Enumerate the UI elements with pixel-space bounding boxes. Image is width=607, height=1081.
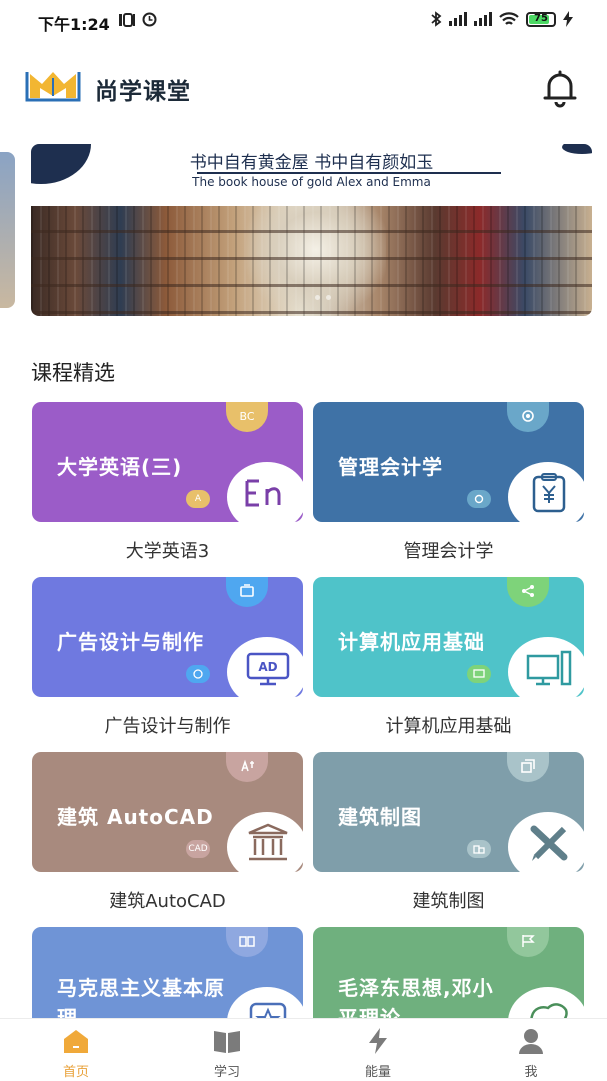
course-card[interactable]: 建筑制图 <box>313 752 584 872</box>
course-badge-bottom <box>467 490 491 508</box>
svg-text:AD: AD <box>258 660 277 674</box>
course-badge-bottom <box>186 665 210 683</box>
signal-icon-2 <box>474 12 492 26</box>
battery-icon: 75 <box>526 11 556 27</box>
nav-energy-label: 能量 <box>364 1065 391 1080</box>
course-item[interactable]: 管理会计学 管理会计学 <box>313 402 584 563</box>
course-item[interactable]: 计算机应用基础 计算机应用基础 <box>313 577 584 738</box>
banner-subtitle: The book house of gold Alex and Emma <box>192 175 431 189</box>
status-bar: 下午1:24 75 <box>0 0 607 42</box>
course-badge-bottom-text: CAD <box>188 844 208 854</box>
banner-previous-peek[interactable] <box>0 152 15 308</box>
course-badge-top <box>226 577 268 607</box>
computer-icon <box>524 646 574 690</box>
course-badge-bottom: A <box>186 490 210 508</box>
course-card[interactable]: 计算机应用基础 <box>313 577 584 697</box>
library-image <box>31 206 592 316</box>
en-letters-icon <box>243 471 293 515</box>
status-notification-icons <box>118 12 157 28</box>
nav-home[interactable]: 首页 <box>36 1027 116 1080</box>
badge-icon <box>521 759 535 773</box>
course-badge-top <box>507 577 549 607</box>
course-name[interactable]: 计算机应用基础 <box>313 712 584 738</box>
battery-level: 75 <box>534 12 548 24</box>
course-badge-top <box>507 927 549 957</box>
course-name[interactable]: 建筑制图 <box>313 887 584 913</box>
course-card-title: 计算机应用基础 <box>338 630 485 654</box>
section-title: 课程精选 <box>31 361 115 385</box>
course-badge-top <box>226 752 268 782</box>
person-icon <box>519 1029 543 1054</box>
badge-icon <box>522 935 535 947</box>
badge-icon <box>522 410 534 422</box>
course-name[interactable]: 建筑AutoCAD <box>32 887 303 913</box>
status-system-icons: 75 <box>430 11 573 27</box>
ad-monitor-icon: AD <box>243 646 293 690</box>
badge-icon <box>240 584 254 597</box>
course-card-title: 广告设计与制作 <box>57 630 204 654</box>
course-card-title: 建筑制图 <box>338 805 422 829</box>
app-logo-icon <box>25 72 81 102</box>
badge-icon <box>239 936 255 947</box>
carousel-dots <box>315 295 331 300</box>
signal-icon <box>449 12 467 26</box>
course-badge-bottom: CAD <box>186 840 210 858</box>
course-badge-bottom <box>467 665 491 683</box>
yen-clipboard-icon <box>524 471 574 515</box>
course-card-title: 建筑 AutoCAD <box>57 805 214 829</box>
course-name[interactable]: 广告设计与制作 <box>32 712 303 738</box>
course-card[interactable]: BC 大学英语(三) A <box>32 402 303 522</box>
course-card[interactable]: 广告设计与制作 AD <box>32 577 303 697</box>
app-header: 尚学课堂 <box>0 58 607 118</box>
course-badge-bottom <box>467 840 491 858</box>
badge-icon <box>522 585 534 597</box>
status-time: 下午1:24 <box>38 15 110 34</box>
app-title: 尚学课堂 <box>95 79 191 105</box>
course-badge-bottom-text: A <box>194 494 202 504</box>
charging-icon <box>563 11 573 27</box>
course-badge-top <box>507 402 549 432</box>
course-badge-top <box>226 927 268 957</box>
ruler-pencil-icon <box>524 821 574 865</box>
building-columns-icon <box>243 821 293 865</box>
course-name[interactable]: 管理会计学 <box>313 537 584 563</box>
wifi-icon <box>499 11 519 25</box>
nav-energy[interactable]: 能量 <box>338 1027 418 1080</box>
notification-bell-icon[interactable] <box>541 68 579 108</box>
banner-title: 书中自有黄金屋 书中自有颜如玉 <box>189 153 434 173</box>
nav-study-label: 学习 <box>213 1065 240 1080</box>
course-item[interactable]: 建筑 AutoCAD CAD 建筑AutoCAD <box>32 752 303 913</box>
banner-carousel[interactable]: 书中自有黄金屋 书中自有颜如玉 The book house of gold A… <box>31 144 592 316</box>
bluetooth-icon <box>431 11 442 27</box>
course-card-title: 大学英语(三) <box>57 455 183 479</box>
clock-icon <box>142 12 157 27</box>
nav-study[interactable]: 学习 <box>187 1027 267 1080</box>
badge-icon <box>241 759 254 772</box>
lightning-icon <box>369 1028 387 1054</box>
course-card[interactable]: 建筑 AutoCAD CAD <box>32 752 303 872</box>
course-item[interactable]: 建筑制图 建筑制图 <box>313 752 584 913</box>
course-item[interactable]: BC 大学英语(三) A 大学英语3 <box>32 402 303 563</box>
nav-me-label: 我 <box>524 1065 538 1080</box>
home-icon <box>64 1030 88 1053</box>
course-card[interactable]: 管理会计学 <box>313 402 584 522</box>
sim-icon <box>119 13 135 27</box>
course-badge-top-text: BC <box>239 409 255 423</box>
book-icon <box>214 1031 240 1053</box>
banner-divider <box>197 172 501 174</box>
nav-me[interactable]: 我 <box>491 1027 571 1080</box>
course-name[interactable]: 大学英语3 <box>32 537 303 563</box>
course-badge-top: BC <box>226 402 268 432</box>
bottom-navigation: 首页 学习 能量 我 <box>0 1018 607 1081</box>
course-item[interactable]: 广告设计与制作 AD 广告设计与制作 <box>32 577 303 738</box>
course-card-title: 管理会计学 <box>338 455 443 479</box>
course-badge-top <box>507 752 549 782</box>
nav-home-label: 首页 <box>62 1065 89 1080</box>
